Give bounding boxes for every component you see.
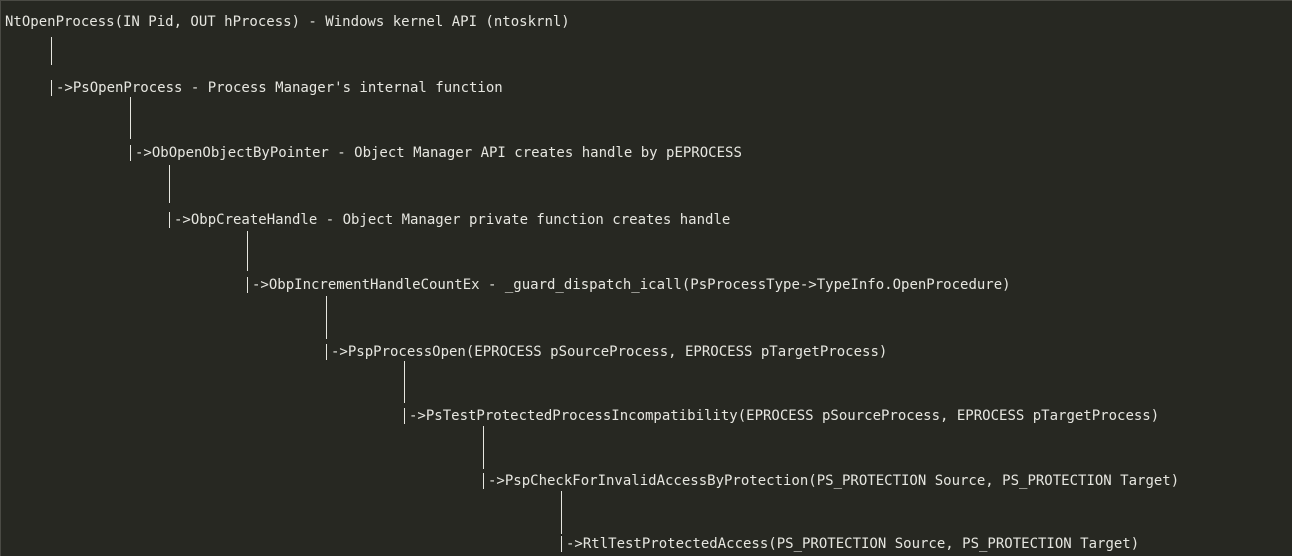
tree-branch-marker	[169, 212, 170, 228]
tree-connector	[404, 361, 405, 403]
call-tree-line-pspcheckforinvalidaccessbyprotection: ->PspCheckForInvalidAccessByProtection(P…	[488, 473, 1180, 489]
tree-branch-marker	[561, 536, 562, 552]
code-view: NtOpenProcess(IN Pid, OUT hProcess) - Wi…	[0, 0, 1292, 556]
call-tree-line-psopenprocess: ->PsOpenProcess - Process Manager's inte…	[56, 80, 503, 96]
tree-connector	[51, 37, 52, 65]
call-tree-line-pstestprotectedprocessincompatibility: ->PsTestProtectedProcessIncompatibility(…	[409, 408, 1160, 424]
call-tree-line-obpincrementhandlecountex: ->ObpIncrementHandleCountEx - _guard_dis…	[252, 277, 1011, 293]
tree-connector	[326, 296, 327, 339]
tree-branch-marker	[483, 473, 484, 489]
tree-branch-marker	[51, 80, 52, 96]
tree-connector	[561, 491, 562, 534]
tree-branch-marker	[404, 408, 405, 424]
tree-connector	[247, 231, 248, 271]
call-tree-line-root: NtOpenProcess(IN Pid, OUT hProcess) - Wi…	[5, 14, 570, 30]
tree-branch-marker	[247, 277, 248, 293]
call-tree-line-pspprocessopen: ->PspProcessOpen(EPROCESS pSourceProcess…	[331, 344, 888, 360]
tree-branch-marker	[326, 344, 327, 360]
call-tree-line-rtltestprotectedaccess: ->RtlTestProtectedAccess(PS_PROTECTION S…	[566, 536, 1140, 552]
tree-connector	[483, 426, 484, 469]
tree-connector	[130, 97, 131, 139]
tree-branch-marker	[130, 145, 131, 161]
tree-connector	[169, 165, 170, 203]
call-tree-line-obpcreatehandle: ->ObpCreateHandle - Object Manager priva…	[174, 212, 731, 228]
call-tree-line-obopenobjectbypointer: ->ObOpenObjectByPointer - Object Manager…	[135, 145, 742, 161]
